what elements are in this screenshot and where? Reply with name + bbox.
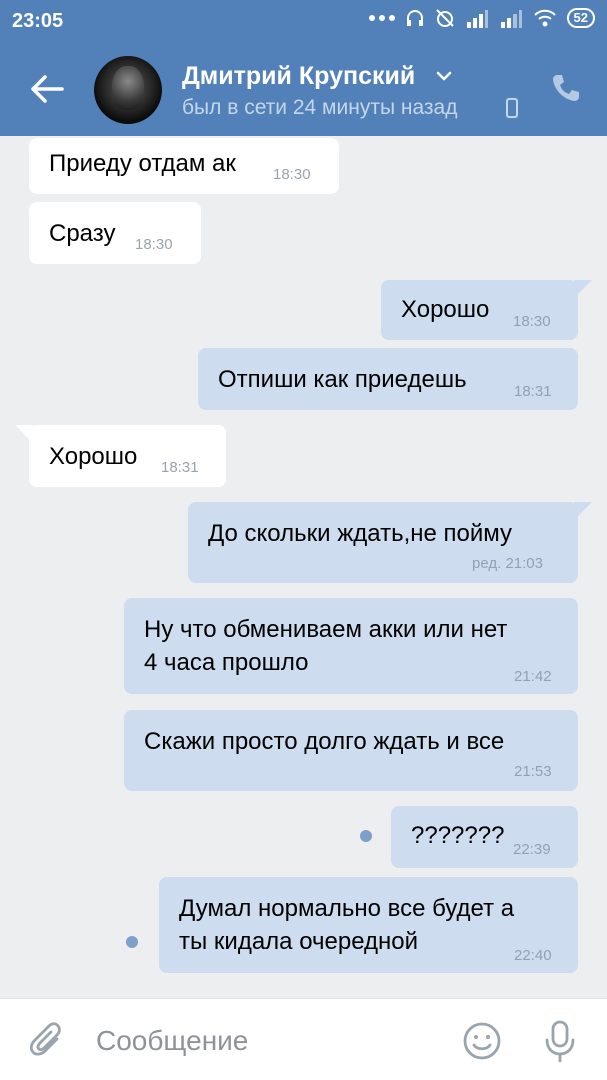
bubble-tail bbox=[15, 425, 33, 443]
message-bubble-out[interactable]: Думал нормально все будет а ты кидала оче… bbox=[159, 877, 578, 973]
message-text: Хорошо bbox=[49, 443, 138, 470]
unread-indicator bbox=[126, 936, 138, 948]
message-text: Хорошо bbox=[401, 296, 490, 323]
message-bubble-in[interactable]: Приеду отдам ак 18:30 bbox=[29, 138, 339, 194]
battery-icon: 52 bbox=[566, 8, 595, 28]
message-time: 22:40 bbox=[514, 947, 552, 964]
message-text: ты кидала очередной bbox=[179, 928, 419, 955]
microphone-icon[interactable] bbox=[542, 1019, 578, 1063]
message-text: Отпиши как приедешь bbox=[218, 366, 467, 393]
avatar[interactable] bbox=[94, 56, 162, 124]
message-time: 18:30 bbox=[273, 166, 311, 183]
message-text: ??????? bbox=[411, 822, 505, 849]
message-text: Сразу bbox=[49, 220, 116, 247]
contact-name[interactable]: Дмитрий Крупский bbox=[182, 62, 415, 91]
message-time: 21:53 bbox=[514, 763, 552, 780]
message-text: Скажи просто долго ждать и все bbox=[144, 728, 505, 755]
arrow-left-icon bbox=[31, 75, 64, 103]
message-bubble-out[interactable]: ??????? 22:39 bbox=[391, 806, 578, 868]
status-bar: 23:05 52 bbox=[0, 0, 607, 44]
message-composer bbox=[0, 998, 607, 1080]
message-time: 18:30 bbox=[135, 236, 173, 253]
mobile-device-icon bbox=[506, 98, 518, 118]
alarm-off-icon bbox=[435, 9, 454, 27]
chat-header: Дмитрий Крупский был в сети 24 минуты на… bbox=[0, 44, 607, 136]
phone-icon[interactable] bbox=[550, 72, 582, 104]
chevron-down-icon[interactable] bbox=[436, 70, 452, 82]
message-time: ред. 21:03 bbox=[472, 555, 543, 572]
bubble-tail bbox=[574, 280, 592, 298]
message-bubble-out[interactable]: Отпиши как приедешь 18:31 bbox=[198, 348, 578, 410]
wifi-icon bbox=[533, 9, 556, 27]
message-time: 18:31 bbox=[514, 383, 552, 400]
message-bubble-out[interactable]: Ну что обмениваем акки или нет 4 часа про… bbox=[124, 598, 578, 694]
signal-icon bbox=[466, 10, 488, 28]
status-time: 23:05 bbox=[12, 10, 64, 32]
message-text: Приеду отдам ак bbox=[49, 150, 236, 177]
message-time: 18:30 bbox=[513, 313, 551, 330]
signal-icon bbox=[500, 10, 522, 28]
bubble-tail bbox=[574, 502, 592, 520]
more-dots-icon bbox=[368, 15, 395, 21]
message-bubble-out[interactable]: Скажи просто долго ждать и все 21:53 bbox=[124, 710, 578, 791]
status-icons: 52 bbox=[368, 8, 595, 28]
headphones-icon bbox=[406, 10, 423, 26]
message-bubble-in[interactable]: Сразу 18:30 bbox=[29, 202, 201, 264]
message-text: До скольки ждать,не пойму bbox=[208, 520, 513, 547]
message-bubble-out[interactable]: Хорошо 18:30 bbox=[381, 280, 592, 340]
message-bubble-in[interactable]: Хорошо 18:31 bbox=[15, 425, 226, 487]
message-text: Ну что обмениваем акки или нет bbox=[144, 616, 508, 643]
back-button[interactable] bbox=[24, 66, 70, 112]
message-bubble-out[interactable]: До скольки ждать,не пойму ред. 21:03 bbox=[188, 502, 592, 583]
message-time: 22:39 bbox=[513, 841, 551, 858]
contact-status: был в сети 24 минуты назад bbox=[182, 96, 458, 119]
message-time: 21:42 bbox=[514, 668, 552, 685]
message-text: Думал нормально все будет а bbox=[179, 895, 515, 922]
message-time: 18:31 bbox=[161, 459, 199, 476]
paperclip-icon[interactable] bbox=[28, 1021, 68, 1061]
emoji-icon[interactable] bbox=[462, 1021, 502, 1061]
unread-indicator bbox=[360, 830, 372, 842]
message-text: 4 часа прошло bbox=[144, 649, 309, 676]
message-input[interactable] bbox=[96, 1023, 436, 1059]
